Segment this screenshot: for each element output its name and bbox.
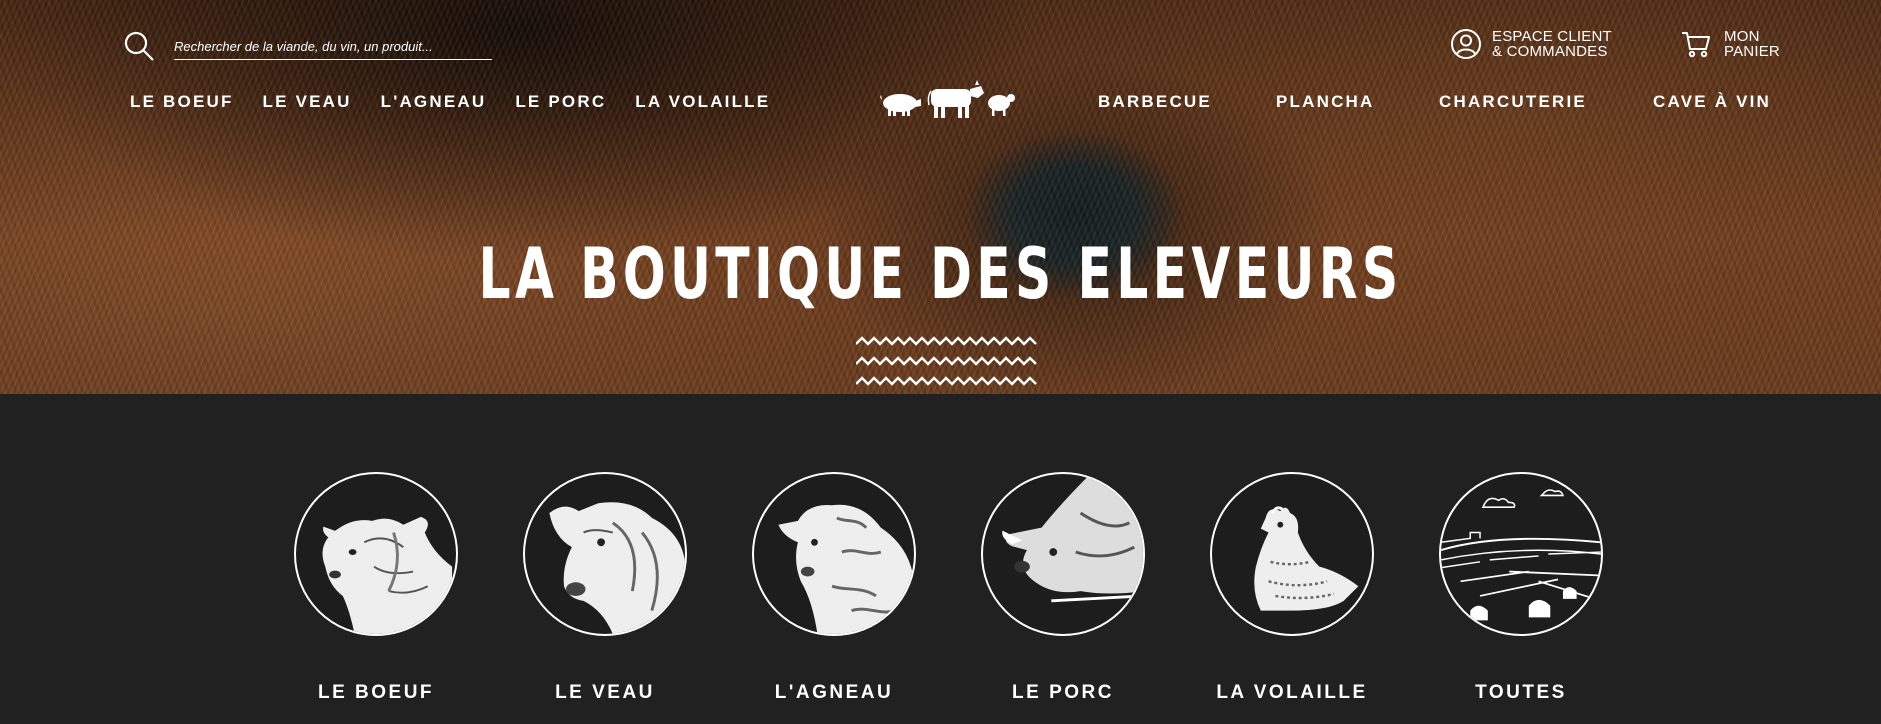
- zigzag-divider: [856, 336, 1037, 386]
- category-porc[interactable]: LE PORC: [948, 472, 1178, 704]
- cart-icon: [1682, 32, 1710, 58]
- cart-link[interactable]: MON PANIER: [1680, 28, 1780, 60]
- category-veau[interactable]: LE VEAU: [490, 472, 720, 704]
- nav-item-barbecue[interactable]: BARBECUE: [1098, 92, 1276, 112]
- category-label: LE BOEUF: [317, 682, 435, 703]
- nav-item-boeuf[interactable]: LE BOEUF: [130, 92, 234, 112]
- cart-label-line1: MON: [1724, 28, 1760, 45]
- hero-banner: ESPACE CLIENT & COMMANDES MON PANIER LE …: [0, 0, 1881, 394]
- category-label: L'AGNEAU: [774, 682, 894, 703]
- account-label-line2: & COMMANDES: [1492, 43, 1608, 60]
- nav-item-volaille[interactable]: LA VOLAILLE: [635, 92, 770, 112]
- account-link[interactable]: ESPACE CLIENT & COMMANDES: [1450, 28, 1612, 60]
- category-label: LE PORC: [1012, 682, 1114, 703]
- nav-item-charcuterie[interactable]: CHARCUTERIE: [1439, 92, 1653, 112]
- nav-item-cave-a-vin[interactable]: CAVE À VIN: [1653, 92, 1771, 112]
- account-label: ESPACE CLIENT & COMMANDES: [1492, 29, 1612, 59]
- category-toutes[interactable]: TOUTES: [1406, 472, 1636, 704]
- main-nav-left: LE BOEUF LE VEAU L'AGNEAU LE PORC LA VOL…: [130, 92, 770, 112]
- category-section: LE BOEUF LE VEAU L'AGNEAU LE PORC LA VOL…: [0, 394, 1881, 724]
- hero-title: LA BOUTIQUE DES ELEVEURS: [478, 233, 1403, 315]
- user-circle-icon: [1451, 29, 1481, 59]
- brand-logo[interactable]: [878, 76, 1018, 120]
- nav-item-porc[interactable]: LE PORC: [515, 92, 606, 112]
- category-label: TOUTES: [1475, 682, 1567, 703]
- farm-landscape-icon: [1439, 472, 1603, 636]
- category-volaille[interactable]: LA VOLAILLE: [1177, 472, 1407, 704]
- search-input[interactable]: [174, 36, 492, 60]
- page: ESPACE CLIENT & COMMANDES MON PANIER LE …: [0, 0, 1881, 724]
- nav-item-veau[interactable]: LE VEAU: [263, 92, 352, 112]
- main-nav-right: BARBECUE PLANCHA CHARCUTERIE CAVE À VIN: [1098, 92, 1771, 112]
- account-label-line1: ESPACE CLIENT: [1492, 28, 1612, 45]
- sheep-icon: [752, 472, 916, 636]
- cart-label: MON PANIER: [1724, 29, 1780, 59]
- category-label: LA VOLAILLE: [1216, 682, 1368, 703]
- hen-icon: [1210, 472, 1374, 636]
- bull-icon: [294, 472, 458, 636]
- nav-item-plancha[interactable]: PLANCHA: [1276, 92, 1439, 112]
- cart-label-line2: PANIER: [1724, 43, 1780, 60]
- nav-item-agneau[interactable]: L'AGNEAU: [381, 92, 487, 112]
- category-agneau[interactable]: L'AGNEAU: [719, 472, 949, 704]
- calf-icon: [523, 472, 687, 636]
- category-boeuf[interactable]: LE BOEUF: [261, 472, 491, 704]
- category-label: LE VEAU: [555, 682, 655, 703]
- search-icon[interactable]: [123, 30, 155, 62]
- pig-icon: [981, 472, 1145, 636]
